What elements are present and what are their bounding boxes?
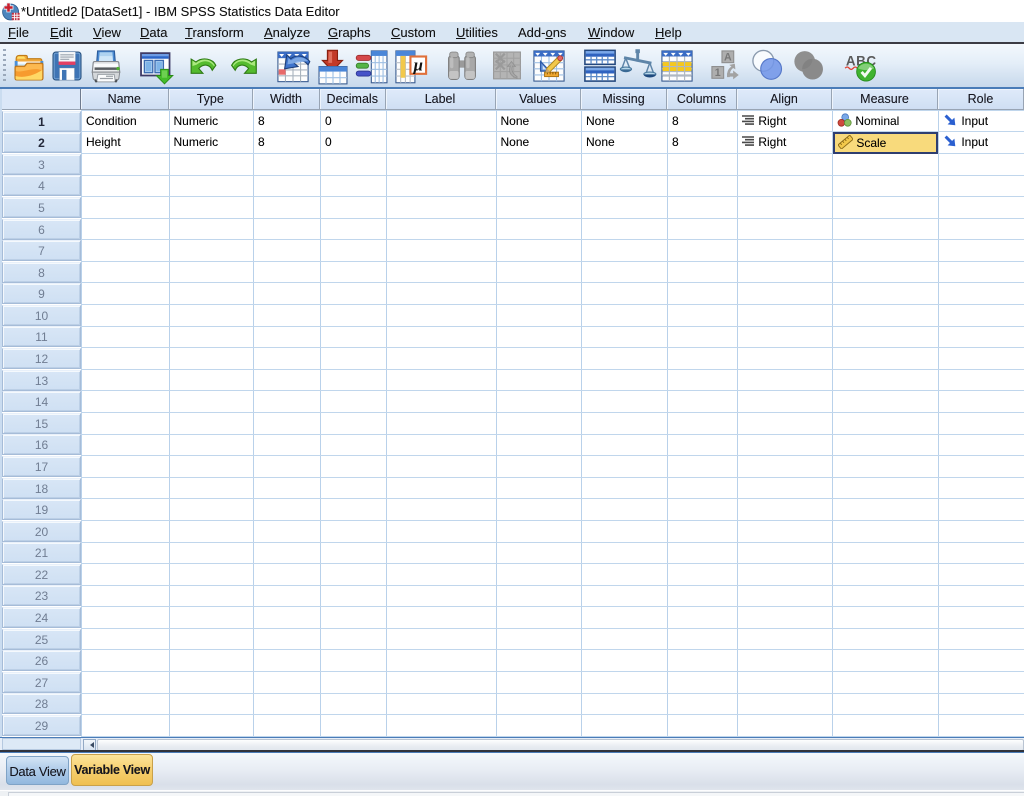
svg-text:1: 1 [715,67,721,79]
svg-text:μ: μ [413,55,423,74]
svg-text:A: A [724,51,732,63]
